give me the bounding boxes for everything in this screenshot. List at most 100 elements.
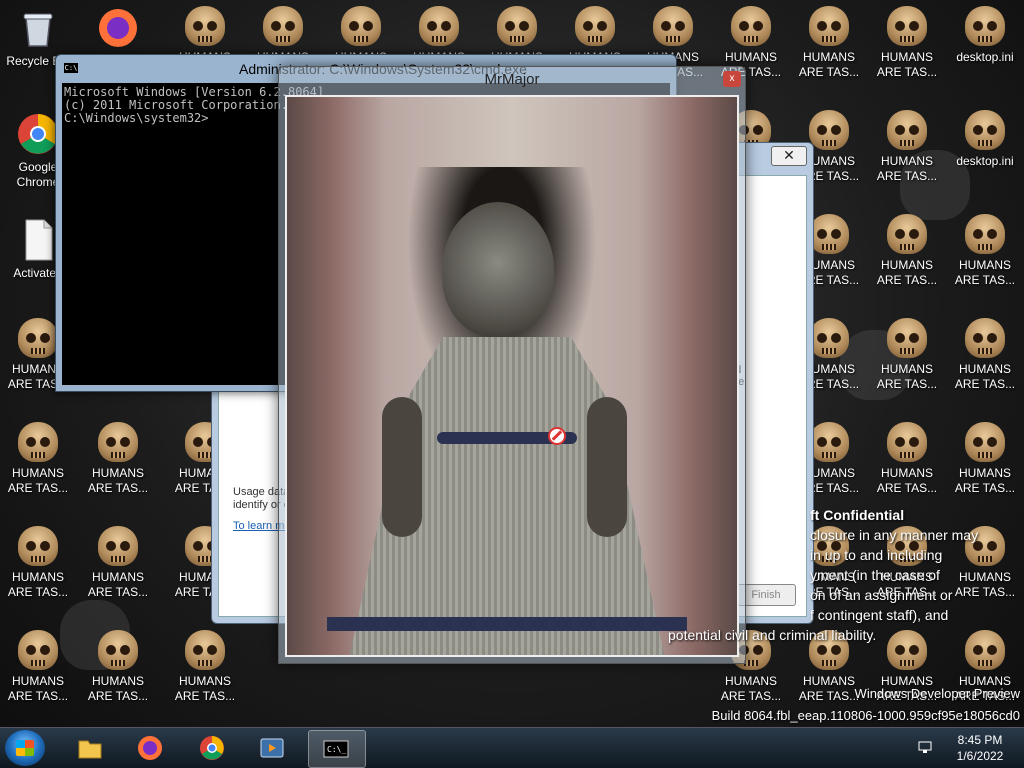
skull-icon	[965, 6, 1005, 46]
confidential-line: yment (in the case of	[810, 567, 940, 583]
windows-logo-icon	[16, 740, 34, 756]
skull-icon	[809, 110, 849, 150]
skull-icon	[965, 214, 1005, 254]
skull-icon	[965, 630, 1005, 670]
desktop-icon-label: HUMANS ARE TAS...	[87, 570, 149, 599]
desktop-icon-label: HUMANS ARE TAS...	[876, 50, 938, 79]
doll-arm	[587, 397, 627, 537]
skull-icon	[185, 6, 225, 46]
desktop-icon-humans-are-tasty[interactable]: HUMANS ARE TAS...	[791, 6, 867, 80]
desktop-icon-humans-are-tasty[interactable]: HUMANS ARE TAS...	[0, 526, 76, 600]
firefox-icon	[138, 736, 162, 760]
desktop-icon-label: HUMANS ARE TAS...	[876, 362, 938, 391]
svg-text:C:\_: C:\_	[327, 745, 346, 754]
desktop-icon-humans-are-tasty[interactable]: HUMANS ARE TAS...	[869, 318, 945, 392]
confidential-line: on of an assignment or	[810, 587, 953, 603]
taskbar-chrome[interactable]	[186, 730, 238, 766]
skull-icon	[98, 422, 138, 462]
recycle-bin-icon	[16, 6, 60, 50]
skull-icon	[731, 6, 771, 46]
desktop-icon-humans-are-tasty[interactable]: HUMANS ARE TAS...	[869, 6, 945, 80]
skull-icon	[887, 110, 927, 150]
skull-icon	[887, 6, 927, 46]
taskbar-file-explorer[interactable]	[64, 730, 116, 766]
skull-icon	[965, 318, 1005, 358]
skull-icon	[809, 318, 849, 358]
desktop-icon-humans-are-tasty[interactable]: HUMANS ARE TAS...	[0, 422, 76, 496]
desktop-icon-label: desktop.ini	[956, 50, 1014, 64]
desktop-icon-humans-are-tasty[interactable]: HUMANS ARE TAS...	[167, 630, 243, 704]
no-entry-icon	[548, 427, 566, 445]
taskbar-media-player[interactable]	[246, 730, 298, 766]
skull-icon	[965, 422, 1005, 462]
desktop-icon-humans-are-tasty[interactable]: HUMANS ARE TAS...	[947, 422, 1023, 496]
desktop-icon-label: HUMANS ARE TAS...	[876, 258, 938, 287]
desktop-icon-label: desktop.ini	[956, 154, 1014, 168]
start-button[interactable]	[5, 730, 45, 766]
desktop-icon-humans-are-tasty[interactable]: HUMANS ARE TAS...	[869, 214, 945, 288]
desktop-icon-humans-are-tasty[interactable]: HUMANS ARE TAS...	[0, 630, 76, 704]
clock-time: 8:45 PM	[957, 733, 1003, 747]
firefox-icon	[96, 6, 140, 50]
skull-icon	[575, 6, 615, 46]
desktop-icon-humans-are-tasty[interactable]: HUMANS ARE TAS...	[869, 422, 945, 496]
cmd-icon: C:\_	[323, 740, 349, 758]
desktop-icon-humans-are-tasty[interactable]: HUMANS ARE TAS...	[947, 214, 1023, 288]
confidential-line: closure in any manner may	[810, 527, 979, 543]
network-icon[interactable]	[918, 740, 932, 754]
confidential-line: f contingent staff), and	[810, 607, 949, 623]
taskbar-firefox[interactable]	[124, 730, 176, 766]
chrome-icon	[16, 112, 60, 156]
desktop-icon-label: HUMANS ARE TAS...	[876, 466, 938, 495]
desktop-icon-humans-are-tasty[interactable]: HUMANS ARE TAS...	[80, 630, 156, 704]
skull-icon	[419, 6, 459, 46]
desktop-icon-desktop-ini[interactable]: desktop.ini	[947, 6, 1023, 65]
mrmajor-window[interactable]: MrMajor x	[278, 66, 746, 664]
file-icon	[16, 218, 60, 262]
desktop-icon-label: HUMANS ARE TAS...	[798, 674, 860, 703]
desktop-icon-label: HUMANS ARE TAS...	[7, 674, 69, 703]
desktop-icon-label: HUMANS ARE TAS...	[954, 466, 1016, 495]
clock[interactable]: 8:45 PM 1/6/2022	[948, 732, 1012, 764]
desktop-icon-humans-are-tasty[interactable]: HUMANS ARE TAS...	[869, 110, 945, 184]
taskbar-cmd[interactable]: C:\_	[308, 730, 366, 768]
clock-date: 1/6/2022	[956, 749, 1004, 763]
desktop-icon-humans-are-tasty[interactable]: HUMANS ARE TAS...	[80, 422, 156, 496]
desktop-icon-label: HUMANS ARE TAS...	[876, 154, 938, 183]
desktop-icon-label: Google Chrome	[16, 160, 60, 189]
desktop-icon-label: HUMANS ARE TAS...	[954, 362, 1016, 391]
desktop-icon-label: HUMANS ARE TAS...	[798, 50, 860, 79]
skull-icon	[18, 318, 58, 358]
doll-head	[442, 202, 554, 337]
doll-image	[285, 95, 739, 657]
desktop-icon-label: HUMANS ARE TAS...	[87, 674, 149, 703]
skull-icon	[653, 6, 693, 46]
desktop-icon-firefox[interactable]	[80, 6, 156, 54]
folder-icon	[78, 740, 102, 759]
dialog-close-button[interactable]: ✕	[771, 146, 807, 166]
desktop-icon-desktop-ini[interactable]: desktop.ini	[947, 110, 1023, 169]
doll-arm	[382, 397, 422, 537]
skull-icon	[497, 6, 537, 46]
media-player-icon	[260, 738, 284, 758]
mrmajor-close-button[interactable]: x	[723, 71, 741, 87]
skull-icon	[98, 526, 138, 566]
skull-icon	[887, 422, 927, 462]
skull-icon	[263, 6, 303, 46]
confidential-line: in up to and including	[810, 547, 943, 563]
skull-icon	[809, 6, 849, 46]
build-info-title: Windows Developer Preview	[854, 686, 1020, 701]
chrome-icon	[200, 736, 224, 760]
skull-icon	[98, 630, 138, 670]
desktop-icon-humans-are-tasty[interactable]: HUMANS ARE TAS...	[947, 318, 1023, 392]
skull-icon	[965, 110, 1005, 150]
desktop-icon-humans-are-tasty[interactable]: HUMANS ARE TAS...	[80, 526, 156, 600]
skull-icon	[809, 422, 849, 462]
desktop-icon-label: HUMANS ARE TAS...	[7, 570, 69, 599]
doll-hem	[327, 617, 687, 631]
taskbar: C:\_ 8:45 PM 1/6/2022	[0, 727, 1024, 768]
skull-icon	[341, 6, 381, 46]
mrmajor-title: MrMajor	[484, 71, 540, 88]
skull-icon	[185, 630, 225, 670]
build-info-number: Build 8064.fbl_eeap.110806-1000.959cf95e…	[711, 708, 1020, 723]
